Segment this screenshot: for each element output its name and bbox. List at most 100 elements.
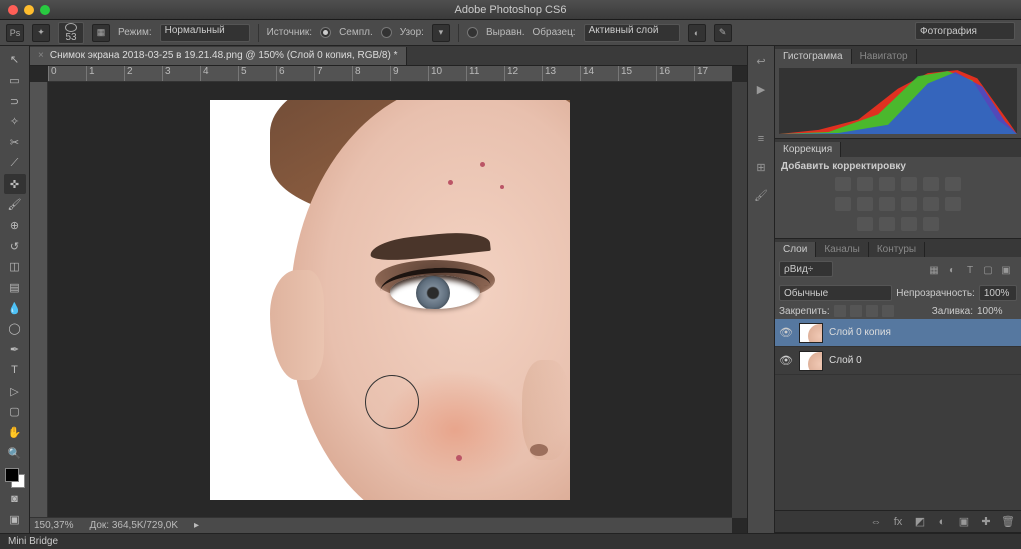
- healing-brush-tool[interactable]: ✜: [4, 174, 26, 194]
- photofilter-icon[interactable]: [879, 197, 895, 211]
- new-group-icon[interactable]: ▣: [957, 515, 971, 529]
- layer-name[interactable]: Слой 0: [829, 355, 862, 366]
- history-panel-icon[interactable]: ↩: [752, 52, 770, 70]
- tab-histogram[interactable]: Гистограмма: [775, 49, 852, 64]
- link-layers-icon[interactable]: ⇔: [869, 515, 883, 529]
- source-pattern-radio[interactable]: [381, 27, 392, 38]
- layer-name[interactable]: Слой 0 копия: [829, 327, 891, 338]
- curves-icon[interactable]: [879, 177, 895, 191]
- hue-icon[interactable]: [945, 177, 961, 191]
- tab-paths[interactable]: Контуры: [869, 242, 925, 257]
- tab-corrections[interactable]: Коррекция: [775, 142, 841, 157]
- tool-preset-icon[interactable]: ✦: [32, 24, 50, 42]
- visibility-toggle[interactable]: 👁: [779, 354, 793, 368]
- gradmap-icon[interactable]: [901, 217, 917, 231]
- zoom-tool[interactable]: 🔍: [4, 443, 26, 463]
- threshold-icon[interactable]: [879, 217, 895, 231]
- screenmode-toggle[interactable]: ▣: [4, 509, 26, 529]
- wand-tool[interactable]: ✧: [4, 112, 26, 132]
- canvas[interactable]: [48, 82, 732, 518]
- pattern-picker[interactable]: ▾: [432, 24, 450, 42]
- lock-pixels-icon[interactable]: [850, 305, 862, 317]
- gradient-tool[interactable]: ▤: [4, 278, 26, 298]
- lock-all-icon[interactable]: [882, 305, 894, 317]
- exposure-icon[interactable]: [901, 177, 917, 191]
- brush-panel-icon[interactable]: ▦: [92, 24, 110, 42]
- workspace-switcher[interactable]: Фотография: [915, 22, 1015, 40]
- ps-logo-icon[interactable]: Ps: [6, 24, 24, 42]
- aligned-checkbox[interactable]: [467, 27, 478, 38]
- lasso-tool[interactable]: ⊃: [4, 91, 26, 111]
- zoom-level[interactable]: 150,37%: [34, 520, 73, 531]
- channelmix-icon[interactable]: [901, 197, 917, 211]
- tab-layers[interactable]: Слои: [775, 242, 816, 257]
- layer-row[interactable]: 👁 Слой 0: [775, 347, 1021, 375]
- posterize-icon[interactable]: [857, 217, 873, 231]
- crop-tool[interactable]: ✂: [4, 133, 26, 153]
- delete-layer-icon[interactable]: 🗑: [1001, 515, 1015, 529]
- pressure-icon[interactable]: ✎: [714, 24, 732, 42]
- vertical-scrollbar[interactable]: [732, 82, 747, 518]
- brightness-icon[interactable]: [835, 177, 851, 191]
- ignore-adjust-icon[interactable]: ◐: [688, 24, 706, 42]
- tab-navigator[interactable]: Навигатор: [852, 49, 917, 64]
- pen-tool[interactable]: ✒: [4, 340, 26, 360]
- layer-thumbnail[interactable]: [799, 351, 823, 371]
- source-sampled-radio[interactable]: [320, 27, 331, 38]
- color-swatch[interactable]: [5, 468, 25, 488]
- dodge-tool[interactable]: ◯: [4, 319, 26, 339]
- layer-mask-icon[interactable]: ◩: [913, 515, 927, 529]
- layer-filter-kind[interactable]: ρ Вид ÷: [779, 261, 833, 277]
- brush-tool[interactable]: 🖌: [4, 195, 26, 215]
- eraser-tool[interactable]: ◫: [4, 257, 26, 277]
- vibrance-icon[interactable]: [923, 177, 939, 191]
- opacity-input[interactable]: 100%: [979, 285, 1017, 301]
- blur-tool[interactable]: 💧: [4, 298, 26, 318]
- type-tool[interactable]: T: [4, 361, 26, 381]
- new-adjust-icon[interactable]: ◐: [935, 515, 949, 529]
- filter-type-icon[interactable]: T: [963, 263, 977, 277]
- properties-panel-icon[interactable]: ≡: [752, 130, 770, 148]
- stamp-tool[interactable]: ⊕: [4, 216, 26, 236]
- colorbalance-icon[interactable]: [835, 197, 851, 211]
- foreground-color[interactable]: [5, 468, 19, 482]
- path-tool[interactable]: ▷: [4, 381, 26, 401]
- sample-select[interactable]: Активный слой: [584, 24, 680, 42]
- mini-bridge-tab[interactable]: Mini Bridge: [0, 533, 1021, 549]
- brush-preset-picker[interactable]: 53: [58, 22, 84, 44]
- fill-input[interactable]: 100%: [977, 306, 1017, 317]
- bw-icon[interactable]: [857, 197, 873, 211]
- history-brush-tool[interactable]: ↺: [4, 236, 26, 256]
- visibility-toggle[interactable]: 👁: [779, 326, 793, 340]
- filter-shape-icon[interactable]: ▢: [981, 263, 995, 277]
- layer-fx-icon[interactable]: fx: [891, 515, 905, 529]
- eyedropper-tool[interactable]: ⟋: [4, 154, 26, 174]
- filter-smart-icon[interactable]: ▣: [999, 263, 1013, 277]
- new-layer-icon[interactable]: ✚: [979, 515, 993, 529]
- filter-adjust-icon[interactable]: ◐: [945, 263, 959, 277]
- invert-icon[interactable]: [945, 197, 961, 211]
- layer-thumbnail[interactable]: [799, 323, 823, 343]
- blend-mode-select[interactable]: Нормальный: [160, 24, 250, 42]
- quickmask-toggle[interactable]: ◙: [4, 489, 26, 509]
- colorlookup-icon[interactable]: [923, 197, 939, 211]
- shape-tool[interactable]: ▢: [4, 402, 26, 422]
- move-tool[interactable]: ↖: [4, 50, 26, 70]
- brush-panel-icon[interactable]: 🖌: [752, 186, 770, 204]
- lock-trans-icon[interactable]: [834, 305, 846, 317]
- status-menu-icon[interactable]: ▸: [194, 520, 199, 531]
- tab-channels[interactable]: Каналы: [816, 242, 869, 257]
- document-tab[interactable]: × Снимок экрана 2018-03-25 в 19.21.48.pn…: [30, 47, 407, 65]
- layer-row[interactable]: 👁 Слой 0 копия: [775, 319, 1021, 347]
- vertical-ruler[interactable]: [30, 82, 48, 518]
- filter-pixel-icon[interactable]: ▦: [927, 263, 941, 277]
- doc-info[interactable]: Док: 364,5K/729,0K: [89, 520, 178, 531]
- horizontal-ruler[interactable]: 01234567891011121314151617: [48, 66, 732, 82]
- actions-panel-icon[interactable]: ▶: [752, 80, 770, 98]
- clone-panel-icon[interactable]: ⊞: [752, 158, 770, 176]
- lock-position-icon[interactable]: [866, 305, 878, 317]
- hand-tool[interactable]: ✋: [4, 423, 26, 443]
- marquee-tool[interactable]: ▭: [4, 71, 26, 91]
- levels-icon[interactable]: [857, 177, 873, 191]
- blend-mode-layers[interactable]: Обычные: [779, 285, 892, 301]
